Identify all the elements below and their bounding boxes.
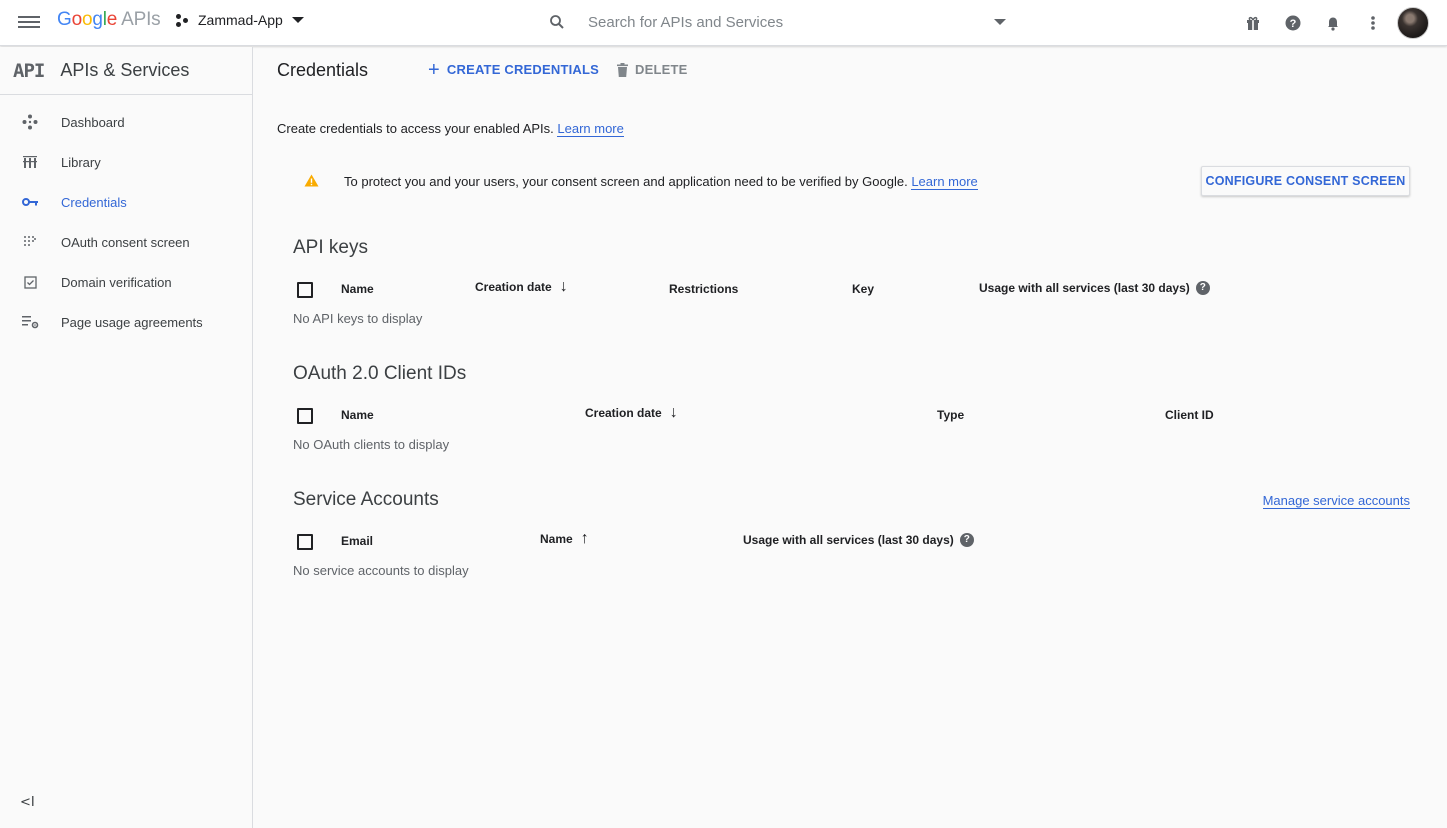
sidebar-title: APIs & Services: [60, 60, 190, 80]
arrow-down-icon: ↓: [559, 278, 568, 295]
notifications-icon[interactable]: [1313, 3, 1353, 43]
oauth-select-all-checkbox[interactable]: [297, 408, 313, 424]
sidebar: API APIs & Services Dashboard Library Cr…: [0, 47, 253, 828]
api-keys-title: API keys: [293, 237, 368, 258]
column-header: Key: [852, 282, 875, 296]
arrow-up-icon: ↑: [580, 530, 589, 547]
service-accounts-select-all-checkbox[interactable]: [297, 534, 313, 550]
manage-service-accounts-link[interactable]: Manage service accounts: [1262, 493, 1410, 509]
empty-message: No API keys to display: [293, 311, 423, 326]
sidebar-item-oauth-consent[interactable]: OAuth consent screen: [0, 222, 252, 262]
dashboard-icon: [21, 113, 39, 131]
intro-text: Create credentials to access your enable…: [277, 121, 624, 137]
library-icon: [21, 153, 39, 171]
svg-text:?: ?: [1290, 18, 1297, 30]
column-header[interactable]: Name: [341, 282, 374, 296]
api-keys-select-all-checkbox[interactable]: [297, 282, 313, 298]
sidebar-item-dashboard[interactable]: Dashboard: [0, 102, 252, 142]
empty-message: No OAuth clients to display: [293, 437, 450, 452]
column-header-sortable[interactable]: Name ↑: [540, 530, 589, 547]
chevron-down-icon: [291, 17, 304, 23]
settings-list-icon: [21, 313, 39, 331]
search-dropdown-icon[interactable]: [994, 19, 1006, 25]
column-header: Restrictions: [669, 282, 739, 296]
delete-label: DELETE: [635, 62, 688, 77]
main-content: Credentials + CREATE CREDENTIALS DELETE …: [253, 47, 1447, 828]
configure-consent-screen-button[interactable]: CONFIGURE CONSENT SCREEN: [1201, 166, 1410, 196]
create-credentials-label: CREATE CREDENTIALS: [446, 62, 600, 77]
sidebar-item-domain-verification[interactable]: Domain verification: [0, 262, 252, 302]
trash-icon: [617, 62, 628, 77]
column-header: Usage with all services (last 30 days)?: [743, 533, 974, 547]
sidebar-item-page-usage[interactable]: Page usage agreements: [0, 302, 252, 342]
sidebar-nav: Dashboard Library Credentials OAuth cons…: [0, 95, 252, 342]
column-header[interactable]: Email: [341, 534, 373, 548]
sidebar-item-label: Library: [61, 154, 101, 170]
help-icon[interactable]: ?: [1273, 3, 1313, 43]
notice-learn-more-link[interactable]: Learn more: [911, 174, 978, 190]
sidebar-header: API APIs & Services: [0, 47, 252, 95]
sidebar-item-credentials[interactable]: Credentials: [0, 182, 252, 222]
google-apis-logo[interactable]: Google APIs: [57, 9, 161, 31]
sidebar-item-label: Credentials: [61, 194, 127, 210]
top-actions: ?: [1233, 0, 1447, 46]
consent-icon: [21, 233, 39, 251]
help-icon[interactable]: ?: [1195, 281, 1210, 295]
api-logo-icon: API: [13, 59, 45, 82]
avatar[interactable]: [1397, 7, 1429, 39]
sidebar-item-label: Dashboard: [61, 114, 125, 130]
notice-text: To protect you and your users, your cons…: [344, 174, 978, 190]
project-icon: [176, 13, 190, 27]
key-icon: [21, 193, 39, 211]
menu-icon[interactable]: [18, 13, 40, 33]
plus-icon: +: [428, 58, 440, 81]
sidebar-item-label: Page usage agreements: [61, 314, 203, 330]
sidebar-item-label: OAuth consent screen: [61, 234, 190, 250]
column-header: Usage with all services (last 30 days)?: [979, 281, 1210, 295]
project-name: Zammad-App: [198, 12, 283, 28]
empty-message: No service accounts to display: [293, 563, 469, 578]
search-icon[interactable]: [548, 13, 566, 31]
create-credentials-button[interactable]: + CREATE CREDENTIALS: [428, 58, 600, 81]
column-header[interactable]: Name: [341, 408, 374, 422]
search-bar: [548, 8, 1010, 36]
sidebar-item-label: Domain verification: [61, 274, 172, 290]
gift-icon[interactable]: [1233, 3, 1273, 43]
service-accounts-title: Service Accounts: [293, 489, 439, 510]
more-vert-icon[interactable]: [1353, 3, 1393, 43]
delete-button[interactable]: DELETE: [617, 62, 687, 77]
project-selector[interactable]: Zammad-App: [176, 12, 304, 28]
top-bar: GoogleAPIs Zammad-App ?: [0, 0, 1447, 46]
learn-more-link[interactable]: Learn more: [557, 121, 624, 137]
collapse-sidebar-icon[interactable]: <I: [20, 795, 35, 810]
page-title: Credentials: [277, 60, 369, 80]
help-icon[interactable]: ?: [959, 533, 974, 547]
oauth-title: OAuth 2.0 Client IDs: [293, 363, 467, 384]
column-header-sortable[interactable]: Creation date ↓: [475, 278, 568, 295]
arrow-down-icon: ↓: [669, 404, 678, 421]
verification-notice: To protect you and your users, your cons…: [277, 166, 1415, 236]
search-input[interactable]: [588, 13, 988, 31]
column-header: Client ID: [1165, 408, 1214, 422]
warning-icon: [304, 174, 319, 187]
domain-check-icon: [21, 273, 39, 291]
column-header[interactable]: Type: [937, 408, 964, 422]
column-header-sortable[interactable]: Creation date ↓: [585, 404, 678, 421]
sidebar-item-library[interactable]: Library: [0, 142, 252, 182]
